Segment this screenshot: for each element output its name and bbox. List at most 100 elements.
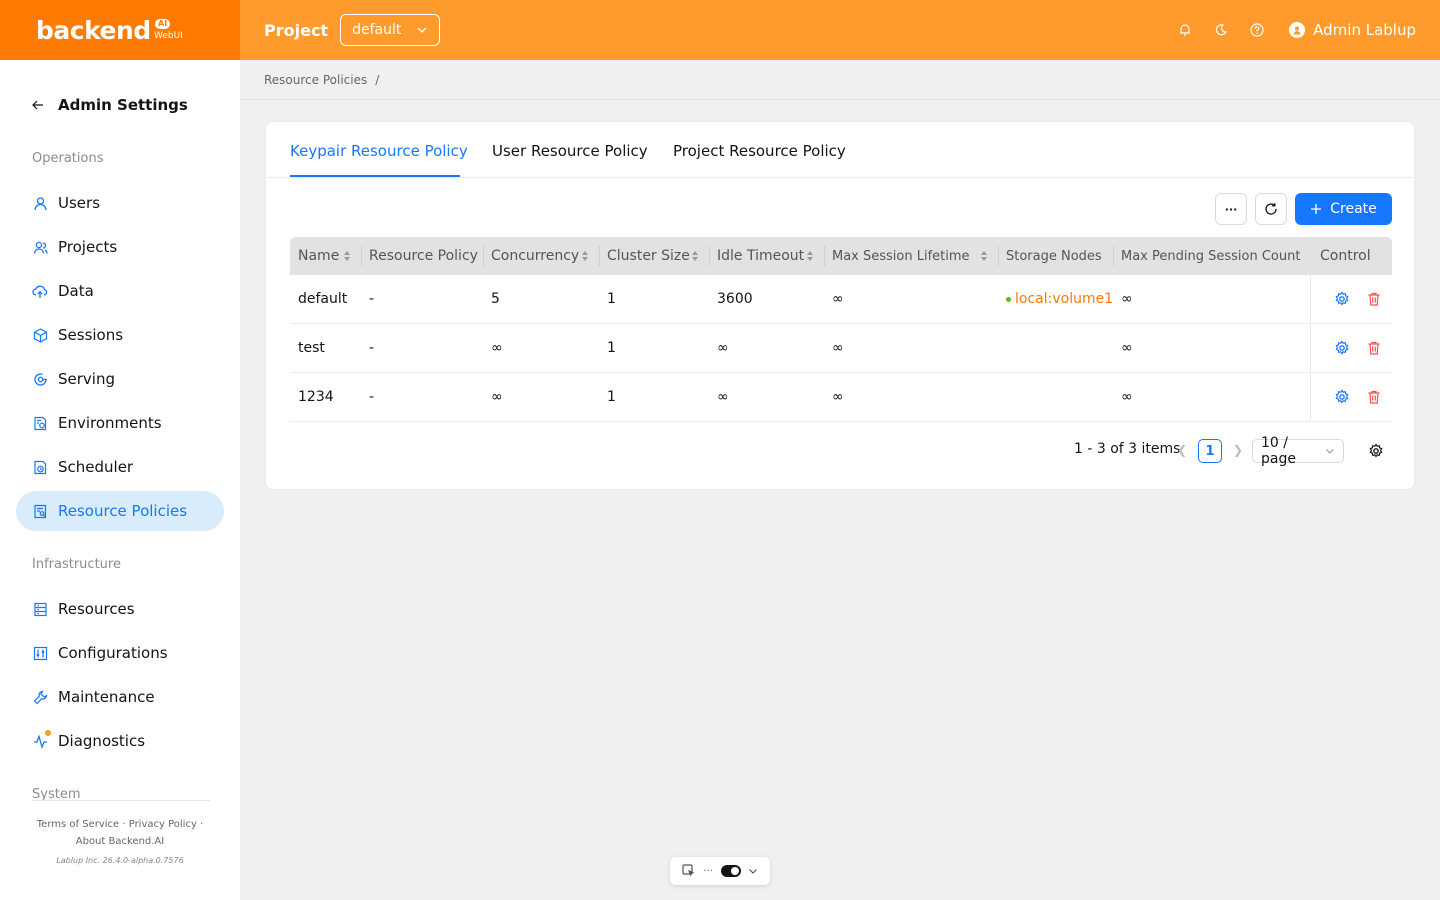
cell-max-session-lifetime: ∞ [832, 291, 844, 307]
pagination-next-icon[interactable]: ❯ [1233, 443, 1243, 457]
footer-about: About Backend.AI [0, 836, 240, 847]
column-header-label: Max Session Lifetime [832, 248, 970, 264]
sidebar-item-label: Data [58, 282, 94, 300]
tab-ink-bar [290, 175, 460, 177]
configurations-icon [32, 645, 48, 661]
cell-cluster-size: 1 [607, 340, 616, 356]
settings-gear-icon[interactable] [1334, 340, 1350, 356]
breadcrumb-item[interactable]: Resource Policies [264, 73, 367, 87]
cell-max-session-lifetime: ∞ [832, 389, 844, 405]
more-dots-icon[interactable]: ··· [703, 866, 713, 877]
column-header-max-session-lifetime[interactable]: Max Session Lifetime [824, 237, 998, 275]
sort-icon[interactable] [581, 250, 589, 262]
sort-icon[interactable] [343, 250, 351, 262]
sidebar-item-resource-policies[interactable]: Resource Policies [16, 491, 224, 531]
moon-icon[interactable] [1213, 22, 1229, 38]
project-select-value: default [352, 22, 402, 38]
toggle-switch[interactable] [720, 865, 741, 877]
control-column-shadow [1310, 275, 1311, 323]
user-name: Admin Lablup [1313, 21, 1416, 39]
floating-toolbar: ··· [670, 857, 770, 885]
column-header-label: Idle Timeout [717, 248, 805, 264]
cloud-upload-icon [32, 283, 48, 299]
resources-icon [32, 601, 48, 617]
sidebar-item-scheduler[interactable]: Scheduler [16, 447, 224, 487]
group-label-operations: Operations [32, 151, 104, 166]
sort-icon[interactable] [980, 250, 988, 262]
column-header-control: Control [1312, 237, 1392, 275]
project-label: Project [264, 20, 329, 40]
column-header-max-pending-session-count[interactable]: Max Pending Session Count [1113, 237, 1311, 275]
more-button[interactable]: ··· [1215, 193, 1247, 225]
delete-trash-icon[interactable] [1366, 389, 1382, 405]
sidebar-item-projects[interactable]: Projects [16, 227, 224, 267]
cell-name: test [298, 340, 325, 356]
sidebar-title-text: Admin Settings [58, 96, 188, 114]
page-size-value: 10 / page [1261, 435, 1296, 467]
top-header: backend AI WebUI Project default Admin L… [0, 0, 1440, 60]
settings-gear-icon[interactable] [1334, 291, 1350, 307]
footer-links: Terms of Service · Privacy Policy · [36, 819, 204, 830]
group-label-infrastructure: Infrastructure [32, 557, 121, 572]
sidebar-item-diagnostics[interactable]: Diagnostics [16, 721, 224, 761]
column-header-label: Storage Nodes [1006, 248, 1102, 264]
cell-name: default [298, 291, 348, 307]
inspect-cursor-icon[interactable] [682, 864, 696, 878]
sidebar-item-configurations[interactable]: Configurations [16, 633, 224, 673]
version-text: Lablup Inc. 26.4.0-alpha.0.7576 [56, 856, 184, 865]
sidebar-item-sessions[interactable]: Sessions [16, 315, 224, 355]
table-row: test - ∞ 1 ∞ ∞ ∞ [290, 324, 1392, 373]
tab-project-resource-policy[interactable]: Project Resource Policy [673, 142, 846, 160]
privacy-link[interactable]: Privacy Policy [129, 819, 197, 830]
breadcrumb: Resource Policies / [240, 60, 1440, 100]
column-header-resource-policy[interactable]: Resource Policy [361, 237, 483, 275]
settings-gear-icon[interactable] [1334, 389, 1350, 405]
cell-resource-policy: - [369, 340, 375, 356]
tab-user-resource-policy[interactable]: User Resource Policy [492, 142, 648, 160]
sidebar-item-users[interactable]: Users [16, 183, 224, 223]
sort-icon[interactable] [806, 250, 814, 262]
sidebar-item-label: Diagnostics [58, 732, 146, 750]
cell-concurrency: ∞ [491, 389, 503, 405]
sidebar-item-serving[interactable]: Serving [16, 359, 224, 399]
sidebar-divider [32, 800, 210, 801]
page-size-select[interactable]: 10 / page [1252, 435, 1344, 467]
sidebar-item-data[interactable]: Data [16, 271, 224, 311]
column-header-label: Concurrency [491, 248, 580, 264]
delete-trash-icon[interactable] [1366, 291, 1382, 307]
pagination-page-1[interactable]: 1 [1198, 439, 1222, 463]
cell-cluster-size: 1 [607, 389, 616, 405]
terms-link[interactable]: Terms of Service [37, 819, 119, 830]
user-menu[interactable]: Admin Lablup [1289, 21, 1416, 39]
delete-trash-icon[interactable] [1366, 340, 1382, 356]
table-settings-gear-icon[interactable] [1368, 443, 1384, 459]
project-icon [32, 239, 48, 255]
cell-storage-nodes: local:volume1 [998, 275, 1113, 323]
bell-icon[interactable] [1177, 22, 1193, 38]
status-dot [1006, 296, 1011, 302]
sort-icon[interactable] [691, 250, 699, 262]
logo-ai-badge: AI [155, 19, 171, 29]
resource-policy-icon [32, 503, 48, 519]
tab-bar: Keypair Resource Policy User Resource Po… [266, 122, 1416, 178]
tab-keypair-resource-policy[interactable]: Keypair Resource Policy [290, 142, 468, 160]
environment-icon [32, 415, 48, 431]
create-button[interactable]: Create [1295, 193, 1392, 225]
cell-storage-nodes [998, 373, 1006, 421]
pagination-prev-icon[interactable]: ❮ [1177, 443, 1187, 457]
about-link[interactable]: About Backend.AI [76, 836, 164, 847]
column-header-storage-nodes[interactable]: Storage Nodes [998, 237, 1113, 275]
cell-idle-timeout: ∞ [717, 340, 729, 356]
help-icon[interactable] [1249, 22, 1265, 38]
sidebar-item-environments[interactable]: Environments [16, 403, 224, 443]
back-arrow-icon[interactable] [32, 99, 44, 111]
project-select[interactable]: default [340, 14, 441, 46]
refresh-button[interactable] [1255, 193, 1287, 225]
refresh-icon [1265, 203, 1277, 215]
sidebar-item-resources[interactable]: Resources [16, 589, 224, 629]
logo[interactable]: backend AI WebUI [0, 0, 240, 60]
sidebar-item-maintenance[interactable]: Maintenance [16, 677, 224, 717]
cell-control [1326, 373, 1382, 421]
pagination-summary: 1 - 3 of 3 items [1074, 441, 1181, 457]
chevron-down-icon[interactable] [748, 866, 758, 876]
